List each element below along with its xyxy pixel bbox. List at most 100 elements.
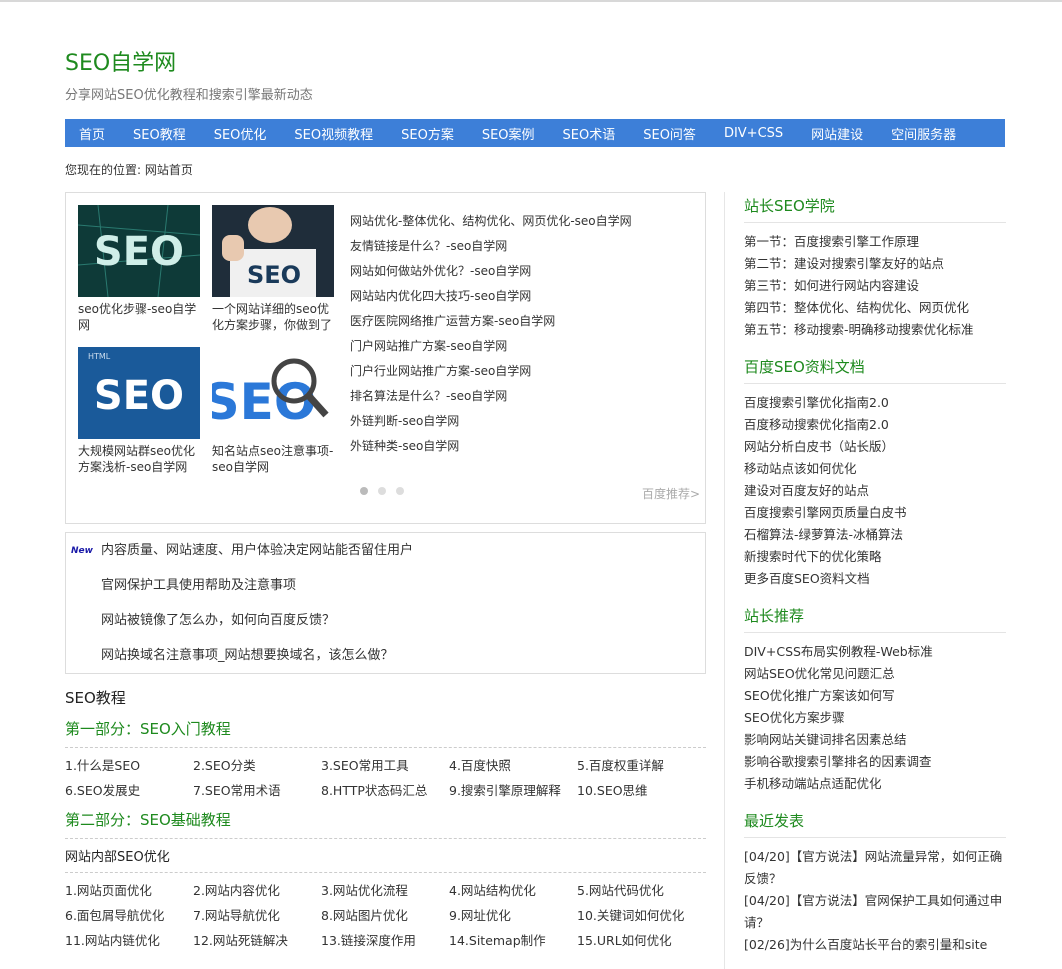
list-item[interactable]: 外链种类-seo自学网: [350, 434, 690, 459]
list-item[interactable]: 网站被镜像了怎么办，如何向百度反馈？: [71, 603, 413, 638]
tutorial-link[interactable]: 9.搜索引擎原理解释: [449, 778, 577, 803]
tutorial-link[interactable]: 10.SEO思维: [577, 778, 705, 803]
thumb-image[interactable]: HTML SEO: [78, 347, 200, 439]
nav-seo-qa[interactable]: SEO问答: [643, 124, 696, 143]
list-item[interactable]: 百度搜索引擎网页质量白皮书: [744, 502, 1006, 524]
tutorial-link[interactable]: 8.HTTP状态码汇总: [321, 778, 449, 803]
tutorial-link[interactable]: 5.百度权重详解: [577, 753, 705, 778]
news-title[interactable]: 内容质量、网站速度、用户体验决定网站能否留住用户: [101, 533, 413, 569]
list-item[interactable]: 网站换域名注意事项_网站想要换域名，该怎么做？: [71, 638, 413, 673]
tutorial-link[interactable]: 1.什么是SEO: [65, 753, 193, 778]
thumb-image[interactable]: SEO: [212, 347, 334, 439]
tutorial-link[interactable]: 2.SEO分类: [193, 753, 321, 778]
nav-seo-optimization[interactable]: SEO优化: [214, 124, 267, 143]
site-title[interactable]: SEO自学网: [65, 50, 313, 78]
tutorial-link[interactable]: 1.网站页面优化: [65, 878, 193, 903]
thumb-card[interactable]: SEO 知名站点seo注意事项-seo自学网: [212, 347, 334, 475]
tutorial-link[interactable]: 3.SEO常用工具: [321, 753, 449, 778]
list-item[interactable]: 第四节：整体优化、结构优化、网页优化: [744, 297, 1006, 319]
list-item[interactable]: SEO优化推广方案该如何写: [744, 685, 1006, 707]
list-item[interactable]: 新搜索时代下的优化策略: [744, 546, 1006, 568]
list-item[interactable]: 第一节：百度搜索引擎工作原理: [744, 231, 1006, 253]
thumb-card[interactable]: HTML SEO 大规模网站群seo优化方案浅析-seo自学网: [78, 347, 200, 475]
nav-seo-plan[interactable]: SEO方案: [401, 124, 454, 143]
list-item[interactable]: New 内容质量、网站速度、用户体验决定网站能否留住用户: [71, 533, 413, 568]
tutorial-link[interactable]: 3.网站优化流程: [321, 878, 449, 903]
nav-website-building[interactable]: 网站建设: [811, 124, 863, 143]
list-item[interactable]: 网站如何做站外优化？-seo自学网: [350, 259, 690, 284]
list-item[interactable]: 第三节：如何进行网站内容建设: [744, 275, 1006, 297]
tutorial-link[interactable]: 2.网站内容优化: [193, 878, 321, 903]
list-item[interactable]: SEO优化方案步骤: [744, 707, 1006, 729]
thumb-image[interactable]: SEO: [212, 205, 334, 297]
carousel-dot[interactable]: [396, 487, 404, 495]
tutorial-link[interactable]: 5.网站代码优化: [577, 878, 705, 903]
list-item[interactable]: 网站站内优化四大技巧-seo自学网: [350, 284, 690, 309]
list-item[interactable]: DIV+CSS布局实例教程-Web标准: [744, 641, 1006, 663]
list-item[interactable]: 官网保护工具使用帮助及注意事项: [71, 568, 413, 603]
list-item[interactable]: [02/26]为什么百度站长平台的索引量和site: [744, 934, 1006, 956]
list-item[interactable]: 网站分析白皮书（站长版）: [744, 436, 1006, 458]
thumb-caption[interactable]: 知名站点seo注意事项-seo自学网: [212, 443, 334, 475]
tutorial-link[interactable]: 6.SEO发展史: [65, 778, 193, 803]
tutorial-link[interactable]: 12.网站死链解决: [193, 928, 321, 953]
tutorial-link[interactable]: 8.网站图片优化: [321, 903, 449, 928]
list-item[interactable]: 移动站点该如何优化: [744, 458, 1006, 480]
list-item[interactable]: 网站优化-整体优化、结构优化、网页优化-seo自学网: [350, 209, 690, 234]
tutorial-link[interactable]: 10.关键词如何优化: [577, 903, 705, 928]
list-item[interactable]: 友情链接是什么？-seo自学网: [350, 234, 690, 259]
tutorial-link[interactable]: 15.URL如何优化: [577, 928, 705, 953]
list-item[interactable]: 影响谷歌搜索引擎排名的因素调查: [744, 751, 1006, 773]
box-title: 站长推荐: [744, 602, 1006, 633]
carousel-dot[interactable]: [360, 487, 368, 495]
list-item[interactable]: 手机移动端站点适配优化: [744, 773, 1006, 795]
recommend-link[interactable]: 百度推荐>: [642, 485, 700, 502]
list-item[interactable]: [04/20]【官方说法】网站流量异常，如何正确反馈？: [744, 846, 1006, 890]
news-list: New 内容质量、网站速度、用户体验决定网站能否留住用户 官网保护工具使用帮助及…: [71, 533, 413, 673]
list-item[interactable]: 建设对百度友好的站点: [744, 480, 1006, 502]
tutorial-link[interactable]: 13.链接深度作用: [321, 928, 449, 953]
part-title[interactable]: 第一部分：SEO入门教程: [65, 712, 706, 748]
list-item[interactable]: 影响网站关键词排名因素总结: [744, 729, 1006, 751]
thumb-image[interactable]: SEO: [78, 205, 200, 297]
list-item[interactable]: 门户行业网站推广方案-seo自学网: [350, 359, 690, 384]
tutorial-link[interactable]: 11.网站内链优化: [65, 928, 193, 953]
thumb-caption[interactable]: 大规模网站群seo优化方案浅析-seo自学网: [78, 443, 200, 475]
tutorial-link[interactable]: 4.网站结构优化: [449, 878, 577, 903]
tutorial-link[interactable]: 7.SEO常用术语: [193, 778, 321, 803]
tutorial-link[interactable]: 6.面包屑导航优化: [65, 903, 193, 928]
tutorial-link[interactable]: 4.百度快照: [449, 753, 577, 778]
list-item[interactable]: 第五节：移动搜索-明确移动搜索优化标准: [744, 319, 1006, 341]
list-item[interactable]: 医疗医院网络推广运营方案-seo自学网: [350, 309, 690, 334]
nav-div-css[interactable]: DIV+CSS: [724, 126, 783, 141]
list-item[interactable]: 百度搜索引擎优化指南2.0: [744, 392, 1006, 414]
nav-seo-tutorial[interactable]: SEO教程: [133, 124, 186, 143]
list-item[interactable]: 百度移动搜索优化指南2.0: [744, 414, 1006, 436]
nav-seo-terms[interactable]: SEO术语: [563, 124, 616, 143]
thumb-caption[interactable]: 一个网站详细的seo优化方案步骤，你做到了: [212, 301, 334, 333]
thumb-caption[interactable]: seo优化步骤-seo自学网: [78, 301, 200, 333]
tutorial-link[interactable]: 7.网站导航优化: [193, 903, 321, 928]
carousel-dot[interactable]: [378, 487, 386, 495]
nav-home[interactable]: 首页: [79, 124, 105, 143]
list-item[interactable]: 网站SEO优化常见问题汇总: [744, 663, 1006, 685]
news-title[interactable]: 官网保护工具使用帮助及注意事项: [101, 568, 296, 604]
thumb-card[interactable]: SEO 一个网站详细的seo优化方案步骤，你做到了: [212, 205, 334, 333]
nav-seo-video[interactable]: SEO视频教程: [294, 124, 373, 143]
news-title[interactable]: 网站换域名注意事项_网站想要换域名，该怎么做？: [101, 638, 394, 674]
list-item[interactable]: 外链判断-seo自学网: [350, 409, 690, 434]
thumb-card[interactable]: SEO seo优化步骤-seo自学网: [78, 205, 200, 333]
nav-hosting[interactable]: 空间服务器: [891, 124, 956, 143]
tutorial-link[interactable]: 9.网址优化: [449, 903, 577, 928]
tutorial-link[interactable]: 14.Sitemap制作: [449, 928, 577, 953]
list-item[interactable]: [04/20]【官方说法】官网保护工具如何通过申请？: [744, 890, 1006, 934]
news-title[interactable]: 网站被镜像了怎么办，如何向百度反馈？: [101, 603, 335, 639]
list-item[interactable]: 门户网站推广方案-seo自学网: [350, 334, 690, 359]
section-title: SEO教程: [65, 689, 126, 707]
list-item[interactable]: 更多百度SEO资料文档: [744, 568, 1006, 590]
list-item[interactable]: 石榴算法-绿萝算法-冰桶算法: [744, 524, 1006, 546]
nav-seo-case[interactable]: SEO案例: [482, 124, 535, 143]
list-item[interactable]: 排名算法是什么？-seo自学网: [350, 384, 690, 409]
list-item[interactable]: 第二节：建设对搜索引擎友好的站点: [744, 253, 1006, 275]
part-title[interactable]: 第二部分：SEO基础教程: [65, 803, 706, 839]
